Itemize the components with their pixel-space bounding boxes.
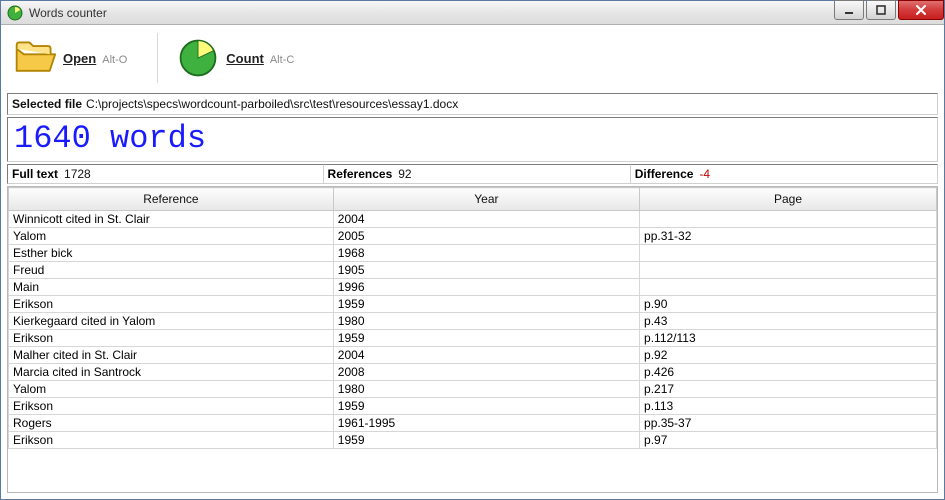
full-text-stat: Full text 1728 xyxy=(7,164,324,184)
table-header-row: Reference Year Page xyxy=(9,188,937,211)
difference-label: Difference xyxy=(635,167,694,181)
cell-year: 2005 xyxy=(333,228,639,245)
count-hint: Alt-C xyxy=(270,54,294,66)
table-row[interactable]: Malher cited in St. Clair2004p.92 xyxy=(9,347,937,364)
cell-reference: Rogers xyxy=(9,415,334,432)
table-row[interactable]: Erikson1959p.90 xyxy=(9,296,937,313)
count-button[interactable]: Count Alt-C xyxy=(172,34,298,82)
open-label: Open xyxy=(63,51,96,66)
table-row[interactable]: Erikson1959p.112/113 xyxy=(9,330,937,347)
table-row[interactable]: Winnicott cited in St. Clair2004 xyxy=(9,211,937,228)
app-window: Words counter xyxy=(0,0,945,500)
cell-page: p.217 xyxy=(640,381,937,398)
maximize-button[interactable] xyxy=(866,0,896,20)
toolbar: Open Alt-O Count Alt-C xyxy=(1,25,944,91)
stats-row: Full text 1728 References 92 Difference … xyxy=(7,164,938,184)
difference-value: -4 xyxy=(699,167,710,181)
cell-page xyxy=(640,245,937,262)
cell-reference: Kierkegaard cited in Yalom xyxy=(9,313,334,330)
table-row[interactable]: Freud1905 xyxy=(9,262,937,279)
references-label: References xyxy=(328,167,393,181)
table-row[interactable]: Yalom1980p.217 xyxy=(9,381,937,398)
minimize-button[interactable] xyxy=(834,0,864,20)
references-value: 92 xyxy=(398,167,411,181)
cell-page: pp.31-32 xyxy=(640,228,937,245)
table-row[interactable]: Rogers1961-1995pp.35-37 xyxy=(9,415,937,432)
cell-year: 1980 xyxy=(333,313,639,330)
cell-reference: Erikson xyxy=(9,398,334,415)
cell-year: 1959 xyxy=(333,432,639,449)
table-row[interactable]: Erikson1959p.113 xyxy=(9,398,937,415)
col-reference[interactable]: Reference xyxy=(9,188,334,211)
cell-year: 1996 xyxy=(333,279,639,296)
references-table: Reference Year Page Winnicott cited in S… xyxy=(8,187,937,449)
cell-page xyxy=(640,262,937,279)
app-icon xyxy=(7,5,23,21)
titlebar: Words counter xyxy=(1,1,944,25)
table-row[interactable]: Esther bick1968 xyxy=(9,245,937,262)
close-button[interactable] xyxy=(898,0,944,20)
open-button[interactable]: Open Alt-O xyxy=(9,34,131,82)
table-row[interactable]: Main1996 xyxy=(9,279,937,296)
cell-page xyxy=(640,211,937,228)
table-row[interactable]: Kierkegaard cited in Yalom1980p.43 xyxy=(9,313,937,330)
content-area: Selected file C:\projects\specs\wordcoun… xyxy=(1,91,944,499)
cell-year: 2004 xyxy=(333,347,639,364)
table-row[interactable]: Marcia cited in Santrock2008p.426 xyxy=(9,364,937,381)
cell-page xyxy=(640,279,937,296)
cell-year: 1905 xyxy=(333,262,639,279)
cell-page: pp.35-37 xyxy=(640,415,937,432)
count-label: Count xyxy=(226,51,264,66)
cell-year: 1961-1995 xyxy=(333,415,639,432)
cell-year: 1968 xyxy=(333,245,639,262)
references-table-container[interactable]: Reference Year Page Winnicott cited in S… xyxy=(7,186,938,493)
cell-page: p.90 xyxy=(640,296,937,313)
selected-file-label: Selected file xyxy=(12,97,82,111)
cell-year: 1959 xyxy=(333,330,639,347)
toolbar-separator xyxy=(157,33,158,83)
cell-page: p.426 xyxy=(640,364,937,381)
pie-chart-icon xyxy=(176,36,220,80)
difference-stat: Difference -4 xyxy=(631,164,938,184)
cell-reference: Marcia cited in Santrock xyxy=(9,364,334,381)
cell-page: p.97 xyxy=(640,432,937,449)
cell-year: 1959 xyxy=(333,398,639,415)
col-page[interactable]: Page xyxy=(640,188,937,211)
cell-year: 2008 xyxy=(333,364,639,381)
references-stat: References 92 xyxy=(324,164,631,184)
cell-reference: Erikson xyxy=(9,330,334,347)
cell-page: p.112/113 xyxy=(640,330,937,347)
cell-reference: Yalom xyxy=(9,228,334,245)
cell-reference: Winnicott cited in St. Clair xyxy=(9,211,334,228)
full-text-label: Full text xyxy=(12,167,58,181)
cell-page: p.113 xyxy=(640,398,937,415)
word-count-headline: 1640 words xyxy=(7,117,938,162)
table-row[interactable]: Erikson1959p.97 xyxy=(9,432,937,449)
cell-year: 1980 xyxy=(333,381,639,398)
cell-reference: Yalom xyxy=(9,381,334,398)
table-row[interactable]: Yalom2005pp.31-32 xyxy=(9,228,937,245)
folder-open-icon xyxy=(13,36,57,80)
cell-reference: Erikson xyxy=(9,296,334,313)
selected-file-row: Selected file C:\projects\specs\wordcoun… xyxy=(7,93,938,115)
window-title: Words counter xyxy=(29,5,107,21)
cell-year: 1959 xyxy=(333,296,639,313)
col-year[interactable]: Year xyxy=(333,188,639,211)
cell-year: 2004 xyxy=(333,211,639,228)
window-controls xyxy=(834,0,944,20)
cell-reference: Freud xyxy=(9,262,334,279)
cell-reference: Esther bick xyxy=(9,245,334,262)
cell-page: p.43 xyxy=(640,313,937,330)
selected-file-path: C:\projects\specs\wordcount-parboiled\sr… xyxy=(86,97,458,111)
cell-reference: Main xyxy=(9,279,334,296)
full-text-value: 1728 xyxy=(64,167,91,181)
open-hint: Alt-O xyxy=(102,54,127,66)
cell-reference: Erikson xyxy=(9,432,334,449)
cell-page: p.92 xyxy=(640,347,937,364)
cell-reference: Malher cited in St. Clair xyxy=(9,347,334,364)
